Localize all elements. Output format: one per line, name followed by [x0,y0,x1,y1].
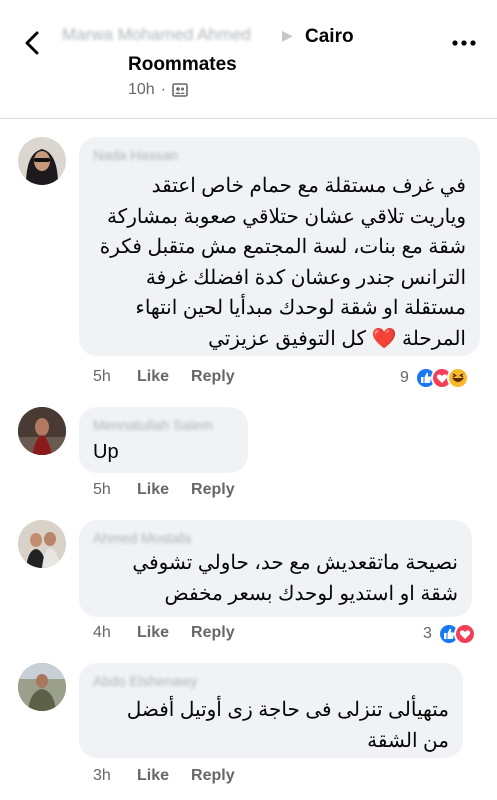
avatar[interactable] [18,663,66,711]
love-reaction-icon [453,623,476,645]
reaction-summary[interactable]: 9 [400,367,469,389]
reply-button[interactable]: Reply [191,624,235,642]
comment-author[interactable]: Ahmed Mostafa [93,530,191,546]
post-header: Marwa Mohamed Ahmed ▶ Cairo Roommates 10… [0,0,497,118]
like-button[interactable]: Like [137,767,169,785]
comment-actions: 4h Like Reply [93,624,257,642]
comment-bubble[interactable]: Ahmed Mostafa نصيحة ماتقعديش مع حد، حاول… [79,520,472,617]
avatar[interactable] [18,407,66,455]
comment-text: نصيحة ماتقعديش مع حد، حاولي تشوفي شقة او… [132,552,458,605]
avatar-portrait [18,663,66,711]
header-divider [0,118,497,119]
comment-actions: 3h Like Reply [93,767,257,785]
comment-actions: 5h Like Reply [93,481,257,499]
post-meta: 10h · [128,81,188,99]
comment-author[interactable]: Abdo Elshenawy [93,673,197,689]
comment-text: في غرف مستقلة مع حمام خاص اعتقد وياريت ت… [99,175,466,350]
group-privacy-icon [172,83,188,97]
like-button[interactable]: Like [137,368,169,386]
comment-actions: 5h Like Reply [93,368,257,386]
post-time[interactable]: 10h [128,81,155,99]
reply-button[interactable]: Reply [191,481,235,499]
avatar-portrait [18,520,66,568]
avatar-portrait [18,407,66,455]
reply-button[interactable]: Reply [191,767,235,785]
like-button[interactable]: Like [137,624,169,642]
comment-time[interactable]: 5h [93,481,137,499]
haha-reaction-icon [446,367,469,389]
avatar[interactable] [18,520,66,568]
comment-text: Up [93,441,119,463]
dot-separator: · [160,81,167,98]
comment-time[interactable]: 5h [93,368,137,386]
reaction-count: 3 [423,625,432,642]
triangle-right-icon: ▶ [282,27,293,43]
more-horizontal-icon[interactable] [452,38,476,48]
group-name-line1[interactable]: Cairo [305,26,354,48]
comment-bubble[interactable]: Nada Hassan في غرف مستقلة مع حمام خاص اع… [79,137,480,356]
comment-bubble[interactable]: Abdo Elshenawy متهيألى تنزلى فى حاجة زى … [79,663,463,758]
like-button[interactable]: Like [137,481,169,499]
comment-author[interactable]: Nada Hassan [93,147,178,163]
reply-button[interactable]: Reply [191,368,235,386]
avatar-portrait [18,137,66,185]
avatar[interactable] [18,137,66,185]
post-author-name[interactable]: Marwa Mohamed Ahmed [62,25,262,49]
reaction-count: 9 [400,369,409,386]
comment-text: متهيألى تنزلى فى حاجة زى أوتيل أفضل من ا… [126,699,449,752]
comment-bubble[interactable]: Mennatullah Salem Up [79,407,248,473]
group-name-line2[interactable]: Roommates [128,54,237,76]
comment-author[interactable]: Mennatullah Salem [93,417,213,433]
comment-time[interactable]: 4h [93,624,137,642]
chevron-left-icon[interactable] [18,28,48,58]
reaction-summary[interactable]: 3 [423,623,476,645]
comment-time[interactable]: 3h [93,767,137,785]
